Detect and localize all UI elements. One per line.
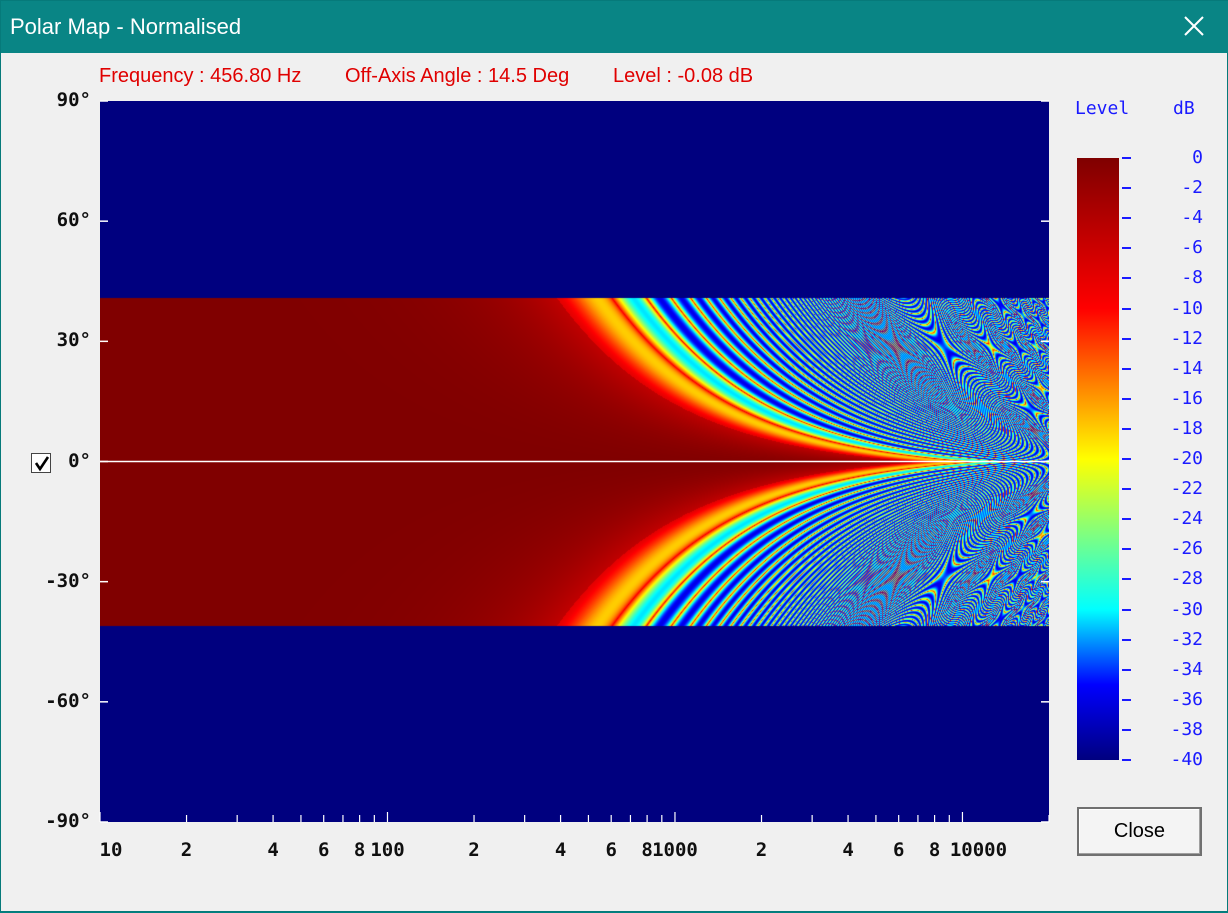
check-icon [34, 456, 50, 472]
colorbar-tick [1122, 187, 1131, 190]
colorbar-label: -8 [1181, 267, 1203, 289]
x-axis-label: 4 [267, 839, 279, 861]
y-axis-label: -60° [45, 689, 91, 712]
colorbar-label: -4 [1181, 207, 1203, 229]
polar-map-window: Polar Map - Normalised Frequency : 456.8… [0, 0, 1228, 912]
x-axis-label: 2 [468, 839, 480, 861]
colorbar-label: -16 [1170, 387, 1203, 409]
y-axis-label: -90° [45, 810, 91, 832]
colorbar-tick [1122, 668, 1131, 671]
colorbar-tick [1122, 488, 1131, 491]
level-colorbar [1077, 158, 1119, 760]
colorbar-label: 0 [1192, 147, 1203, 168]
legend-title-db: dB [1173, 98, 1195, 119]
colorbar-label: -28 [1170, 568, 1203, 590]
colorbar-tick [1122, 698, 1131, 701]
colorbar-tick [1122, 157, 1131, 159]
y-axis-label: 90° [56, 89, 91, 111]
colorbar-label: -18 [1170, 417, 1203, 439]
reference-checkbox[interactable] [31, 453, 51, 473]
colorbar-tick [1122, 518, 1131, 521]
colorbar-tick [1122, 548, 1131, 551]
y-axis-label: 30° [56, 329, 91, 352]
colorbar-label: -10 [1170, 297, 1203, 319]
legend-title-level: Level [1075, 98, 1130, 119]
colorbar-label: -22 [1170, 478, 1203, 500]
x-axis-label: 6 [892, 839, 905, 861]
x-axis-label: 8 [928, 839, 941, 861]
colorbar-tick [1122, 277, 1131, 280]
colorbar-tick [1122, 427, 1131, 430]
colorbar-tick [1122, 397, 1131, 400]
x-axis-label: 100 [370, 839, 405, 861]
colorbar-tick [1122, 337, 1131, 340]
x-axis-label: 8 [353, 839, 366, 861]
colorbar-tick [1122, 759, 1131, 761]
colorbar-label: -12 [1170, 327, 1203, 349]
x-axis-label: 10000 [949, 839, 1008, 861]
colorbar-tick [1122, 247, 1131, 250]
x-axis-label: 10 [99, 839, 123, 861]
colorbar-tick [1122, 217, 1131, 220]
colorbar-label: -24 [1170, 508, 1203, 530]
colorbar-label: -20 [1170, 448, 1203, 469]
colorbar-label: -2 [1181, 177, 1203, 199]
close-button[interactable]: Close [1077, 807, 1202, 856]
x-axis-label: 2 [180, 839, 193, 861]
colorbar-label: -36 [1170, 688, 1203, 710]
y-axis-label: 60° [56, 209, 91, 232]
colorbar-tick [1122, 367, 1131, 370]
x-axis-label: 4 [554, 839, 567, 861]
colorbar-label: -26 [1170, 538, 1203, 560]
colorbar-tick [1122, 638, 1131, 641]
colorbar-label: -14 [1170, 357, 1203, 379]
colorbar-tick [1122, 578, 1131, 581]
colorbar-label: -30 [1170, 598, 1203, 620]
colorbar-tick [1122, 728, 1131, 731]
colorbar-label: -32 [1170, 628, 1203, 650]
x-axis-label: 2 [755, 839, 768, 861]
colorbar-label: -38 [1170, 718, 1203, 740]
colorbar-label: -6 [1181, 237, 1203, 259]
colorbar-tick [1122, 608, 1131, 611]
x-axis-label: 4 [842, 839, 854, 861]
x-axis-label: 6 [605, 839, 617, 861]
colorbar-label: -40 [1170, 749, 1203, 770]
plot-overlay [99, 100, 1050, 823]
x-axis-label: 1000 [652, 839, 698, 861]
colorbar-tick [1122, 458, 1131, 460]
y-axis-label: -30° [45, 569, 91, 592]
colorbar-tick [1122, 307, 1131, 310]
colorbar-label: -34 [1170, 658, 1203, 680]
x-axis-label: 6 [317, 839, 330, 861]
